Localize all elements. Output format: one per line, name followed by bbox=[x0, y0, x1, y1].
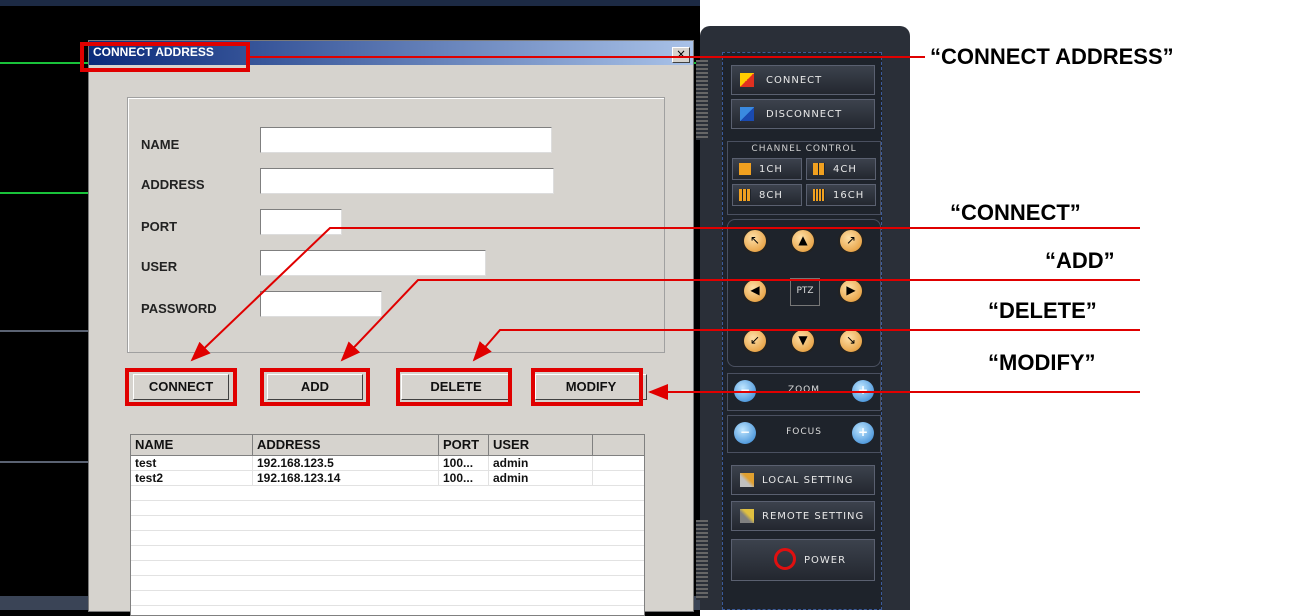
annotation-add: “ADD” bbox=[1045, 248, 1115, 273]
annotation-modify: “MODIFY” bbox=[988, 350, 1096, 375]
annotation-connect: “CONNECT” bbox=[950, 200, 1081, 225]
annotation-delete: “DELETE” bbox=[988, 298, 1097, 323]
annotation-connect-address: “CONNECT ADDRESS” bbox=[930, 44, 1174, 69]
leader-line-connect bbox=[190, 227, 1140, 362]
annotation-leader-lines bbox=[190, 56, 1140, 400]
